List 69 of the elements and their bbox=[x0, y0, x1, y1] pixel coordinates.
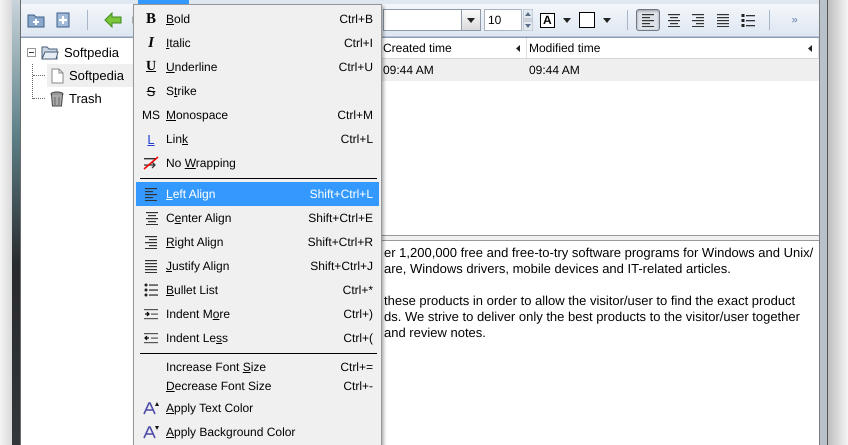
menu-item[interactable]: Indent Less Ctrl+( bbox=[136, 326, 379, 350]
caret-icon[interactable] bbox=[562, 18, 571, 22]
align-center-icon bbox=[144, 211, 158, 225]
justify-icon bbox=[716, 13, 730, 27]
menu-item[interactable]: Indent More Ctrl+) bbox=[136, 302, 379, 326]
text-line: these products in order to allow the visitor/user to find the exact product bbox=[384, 293, 796, 309]
menu-item[interactable]: S Strike bbox=[136, 79, 379, 103]
format-glyph-icon: U bbox=[146, 59, 156, 75]
note-icon bbox=[50, 68, 64, 84]
back-arrow-icon[interactable] bbox=[104, 12, 122, 28]
text-color-button[interactable]: A bbox=[540, 12, 555, 28]
menu-item[interactable]: Bullet List Ctrl+* bbox=[136, 278, 379, 302]
bullet-list-icon bbox=[740, 13, 755, 27]
no-wrap-icon bbox=[143, 156, 159, 170]
format-glyph-icon: L bbox=[147, 132, 155, 146]
text-line: and review notes. bbox=[384, 325, 487, 341]
table-cell-text: 09:44 AM bbox=[382, 63, 435, 77]
sort-arrow-icon bbox=[516, 44, 520, 52]
menu-item[interactable]: Apply Text Color bbox=[136, 396, 379, 420]
format-glyph-icon: MS bbox=[142, 108, 160, 122]
text-color-icon bbox=[143, 401, 159, 415]
font-size-field[interactable]: 10 bbox=[484, 9, 522, 31]
trash-icon bbox=[50, 90, 64, 106]
text-line: ds. We strive to deliver only the best products to the visitor/user together bbox=[384, 309, 801, 325]
spinner-icon[interactable] bbox=[523, 9, 533, 31]
format-glyph-icon: S bbox=[146, 84, 156, 98]
menu-item[interactable]: MS Monospace Ctrl+M bbox=[136, 103, 379, 127]
align-left-icon bbox=[144, 187, 158, 201]
table-cell-text: 09:44 AM bbox=[528, 63, 581, 77]
tree-item[interactable]: Softpedia bbox=[64, 45, 119, 60]
format-glyph-icon: B bbox=[146, 10, 156, 28]
collapse-icon[interactable] bbox=[27, 48, 36, 57]
tree-item[interactable]: Trash bbox=[69, 91, 102, 106]
list-row[interactable]: 09:44 AM 09:44 AM bbox=[381, 59, 819, 81]
folder-icon bbox=[41, 45, 59, 60]
align-center-icon bbox=[666, 13, 680, 27]
note-editor[interactable] bbox=[381, 241, 819, 445]
sort-arrow-icon bbox=[808, 44, 812, 52]
indent-icon bbox=[144, 308, 158, 320]
menu-item[interactable]: Apply Background Color bbox=[136, 420, 379, 444]
new-note-icon[interactable] bbox=[55, 12, 71, 28]
align-left-icon bbox=[640, 13, 655, 27]
align-right-icon bbox=[690, 13, 705, 27]
bullet-list-icon bbox=[144, 283, 158, 297]
menu-item[interactable]: No Wrapping bbox=[136, 151, 379, 175]
background-color-icon bbox=[143, 425, 159, 439]
new-folder-icon[interactable] bbox=[27, 12, 45, 28]
font-family-combo[interactable] bbox=[383, 9, 481, 31]
background-color-button[interactable] bbox=[578, 12, 595, 28]
text-line: er 1,200,000 free and free-to-try software programs for Windows and Unix/ bbox=[384, 245, 814, 261]
menu-item[interactable]: Right Align Shift+Ctrl+R bbox=[136, 230, 379, 254]
menu-item[interactable]: Justify Align Shift+Ctrl+J bbox=[136, 254, 379, 278]
menu-item[interactable]: B Bold Ctrl+B bbox=[136, 7, 379, 31]
menu-item[interactable]: L Link Ctrl+L bbox=[136, 127, 379, 151]
align-left-button[interactable] bbox=[636, 9, 660, 31]
menu-item[interactable]: Decrease Font Size Ctrl+- bbox=[136, 376, 379, 396]
align-right-icon bbox=[144, 235, 158, 249]
tree-item[interactable]: Softpedia bbox=[69, 68, 124, 83]
dropdown-arrow-icon bbox=[467, 18, 475, 22]
text-line: are, Windows drivers, mobile devices and IT-related articles. bbox=[384, 261, 732, 277]
caret-icon[interactable] bbox=[602, 18, 611, 22]
menu-item[interactable]: Increase Font Size Ctrl+= bbox=[136, 357, 379, 376]
menu-item[interactable]: Center Align Shift+Ctrl+E bbox=[136, 206, 379, 230]
overflow-chevron[interactable]: » bbox=[792, 14, 798, 26]
menu-item[interactable]: I Italic Ctrl+I bbox=[136, 31, 379, 55]
justify-icon bbox=[144, 259, 158, 273]
format-glyph-icon: I bbox=[148, 34, 154, 52]
outdent-icon bbox=[144, 332, 158, 344]
menu-item[interactable]: U Underline Ctrl+U bbox=[136, 55, 379, 79]
